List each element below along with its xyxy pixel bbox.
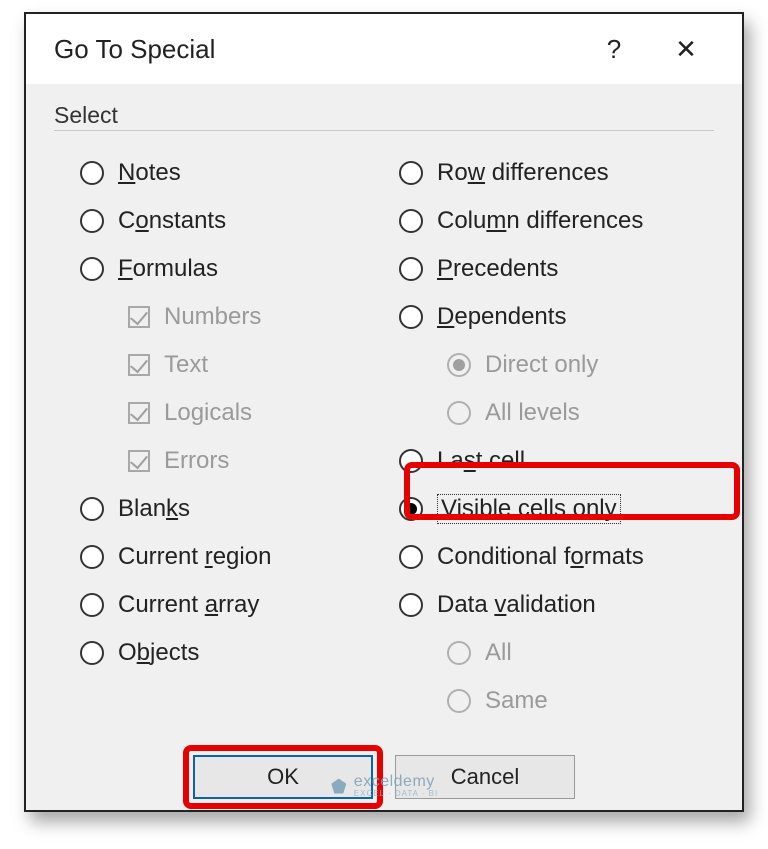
left-column: Notes Constants Formulas Numbers: [54, 149, 395, 725]
close-button[interactable]: ✕: [650, 21, 722, 77]
radio-label: Objects: [118, 639, 199, 667]
radio-label: Conditional formats: [437, 543, 644, 571]
check-label: Logicals: [164, 399, 252, 427]
watermark: exceldemy EXCEL · DATA · BI: [330, 773, 438, 798]
radio-icon: [399, 161, 423, 185]
select-group: Select Notes Constants Formulas: [54, 104, 714, 725]
radio-icon: [399, 209, 423, 233]
radio-icon: [399, 593, 423, 617]
radio-direct-only: Direct only: [399, 341, 714, 389]
radio-formulas[interactable]: Formulas: [80, 245, 395, 293]
check-logicals: Logicals: [80, 389, 395, 437]
watermark-icon: [330, 777, 348, 795]
radio-icon: [447, 401, 471, 425]
radio-last-cell[interactable]: Last cell: [399, 437, 714, 485]
radio-objects[interactable]: Objects: [80, 629, 395, 677]
help-icon: ?: [607, 34, 621, 65]
radio-blanks[interactable]: Blanks: [80, 485, 395, 533]
radio-label: Blanks: [118, 495, 190, 523]
radio-icon: [80, 209, 104, 233]
radio-label: Last cell: [437, 447, 525, 475]
checkbox-icon: [128, 450, 150, 472]
radio-icon: [447, 689, 471, 713]
radio-icon: [80, 257, 104, 281]
radio-dependents[interactable]: Dependents: [399, 293, 714, 341]
check-text: Text: [80, 341, 395, 389]
radio-precedents[interactable]: Precedents: [399, 245, 714, 293]
radio-icon: [80, 161, 104, 185]
checkbox-icon: [128, 306, 150, 328]
radio-label: Visible cells only: [437, 494, 621, 524]
radio-notes[interactable]: Notes: [80, 149, 395, 197]
radio-label: All: [485, 639, 512, 667]
radio-all-levels: All levels: [399, 389, 714, 437]
go-to-special-dialog: Go To Special ? ✕ Select Notes Constants: [26, 14, 742, 810]
radio-icon: [399, 449, 423, 473]
radio-visible-cells-only[interactable]: Visible cells only: [399, 485, 714, 533]
radio-label: Constants: [118, 207, 226, 235]
radio-current-array[interactable]: Current array: [80, 581, 395, 629]
radio-icon: [80, 593, 104, 617]
radio-row-differences[interactable]: Row differences: [399, 149, 714, 197]
radio-conditional-formats[interactable]: Conditional formats: [399, 533, 714, 581]
help-button[interactable]: ?: [578, 21, 650, 77]
dialog-content: Select Notes Constants Formulas: [26, 84, 742, 817]
radio-label: Current array: [118, 591, 259, 619]
right-column: Row differences Column differences Prece…: [395, 149, 714, 725]
radio-icon: [447, 641, 471, 665]
group-divider: [54, 130, 714, 131]
checkbox-icon: [128, 354, 150, 376]
check-label: Errors: [164, 447, 229, 475]
cancel-label: Cancel: [451, 764, 519, 790]
dialog-title: Go To Special: [54, 34, 578, 65]
close-icon: ✕: [675, 34, 697, 65]
radio-column-differences[interactable]: Column differences: [399, 197, 714, 245]
radio-icon: [399, 305, 423, 329]
ok-label: OK: [267, 764, 299, 790]
check-label: Numbers: [164, 303, 261, 331]
radio-icon: [80, 545, 104, 569]
radio-icon: [447, 353, 471, 377]
radio-icon: [399, 545, 423, 569]
radio-icon: [80, 641, 104, 665]
checkbox-icon: [128, 402, 150, 424]
radio-label: Notes: [118, 159, 181, 187]
radio-all: All: [399, 629, 714, 677]
radio-label: Dependents: [437, 303, 566, 331]
group-label: Select: [54, 102, 128, 129]
radio-label: Direct only: [485, 351, 598, 379]
radio-label: Column differences: [437, 207, 643, 235]
check-errors: Errors: [80, 437, 395, 485]
radio-label: All levels: [485, 399, 580, 427]
watermark-sub: EXCEL · DATA · BI: [354, 789, 438, 798]
radio-label: Formulas: [118, 255, 218, 283]
radio-label: Current region: [118, 543, 271, 571]
radio-same: Same: [399, 677, 714, 725]
radio-label: Precedents: [437, 255, 558, 283]
radio-label: Row differences: [437, 159, 609, 187]
radio-icon: [399, 257, 423, 281]
radio-icon: [399, 497, 423, 521]
check-label: Text: [164, 351, 208, 379]
watermark-brand: exceldemy: [354, 773, 435, 790]
radio-constants[interactable]: Constants: [80, 197, 395, 245]
radio-current-region[interactable]: Current region: [80, 533, 395, 581]
radio-data-validation[interactable]: Data validation: [399, 581, 714, 629]
titlebar: Go To Special ? ✕: [26, 14, 742, 84]
radio-icon: [80, 497, 104, 521]
radio-label: Data validation: [437, 591, 596, 619]
radio-label: Same: [485, 687, 548, 715]
check-numbers: Numbers: [80, 293, 395, 341]
